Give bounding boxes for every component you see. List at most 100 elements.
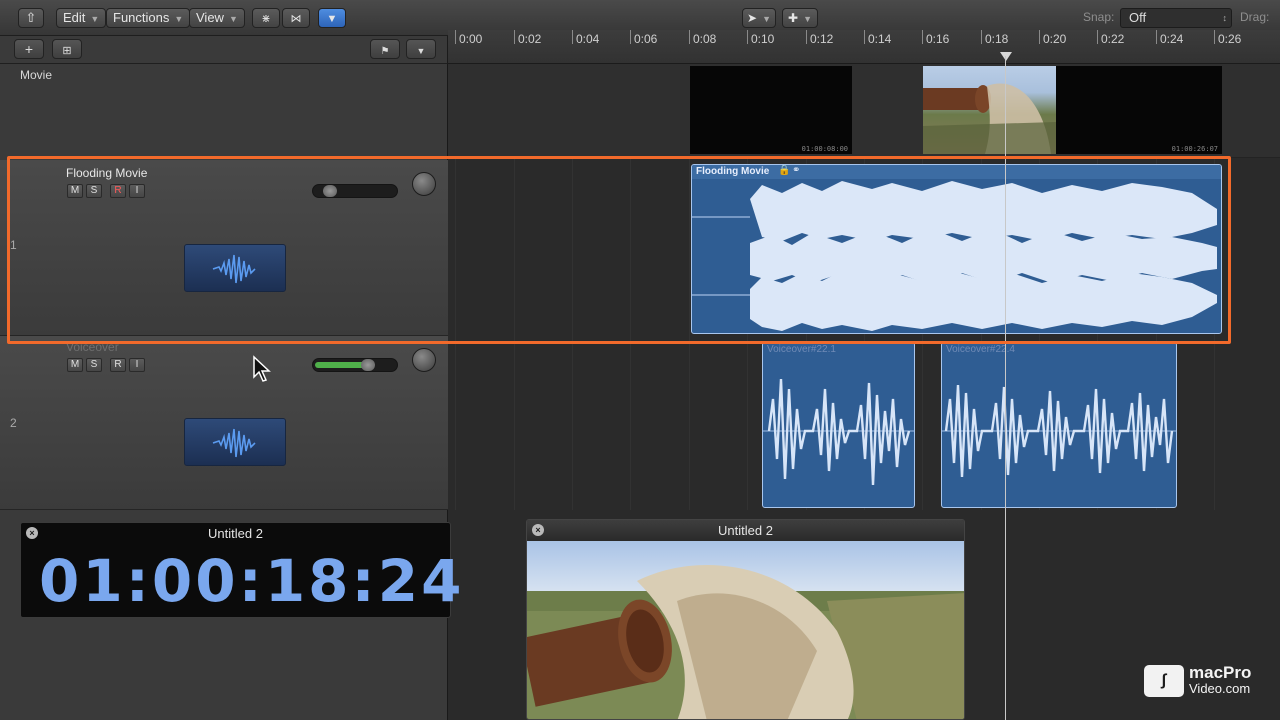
view-menu-button[interactable]: View ▼ bbox=[189, 8, 245, 28]
movie-thumbnail-frame: 01:00:26:07 bbox=[1056, 66, 1222, 154]
ruler-tick-label: 0:04 bbox=[576, 32, 600, 46]
pointer-tool-menu[interactable]: ➤ ▼ bbox=[742, 8, 776, 28]
view-menu-label: View bbox=[196, 10, 224, 25]
crosshair-icon: ✚ bbox=[788, 11, 799, 25]
track-header-voiceover[interactable]: 2 Voiceover M S R I bbox=[0, 336, 448, 510]
playhead-handle-icon[interactable] bbox=[1000, 52, 1012, 62]
snap-select[interactable]: Off ↕ bbox=[1120, 8, 1232, 28]
plus-icon: + bbox=[24, 41, 34, 57]
ruler-tick bbox=[1214, 30, 1215, 44]
flex-icon: ⋈ bbox=[290, 13, 302, 25]
logo-text-line1: macPro bbox=[1189, 663, 1252, 682]
logo-text-line2: Video.com bbox=[1189, 681, 1251, 696]
timecode-display-window[interactable]: × Untitled 2 01:00:18:24 bbox=[20, 522, 461, 618]
record-enable-button[interactable]: R bbox=[110, 358, 126, 372]
ruler-tick bbox=[806, 30, 807, 44]
audio-waveform bbox=[942, 384, 1176, 478]
catch-button[interactable]: ▼ bbox=[318, 8, 346, 28]
region-title: Voiceover#22.1 bbox=[767, 344, 836, 355]
flag-icon: ⚑ bbox=[380, 46, 390, 57]
folder-stack-button[interactable]: ⊞ bbox=[52, 39, 82, 59]
global-tracks-button[interactable]: ⚑ bbox=[370, 39, 400, 59]
snap-value: Off bbox=[1129, 10, 1147, 25]
movie-frame-image bbox=[527, 541, 964, 719]
pipe-water-thumbnail bbox=[923, 83, 1056, 154]
stack-icon: ⊞ bbox=[62, 45, 72, 57]
logic-main-window: ⇧ Edit ▼ Functions ▼ View ▼ ⋇ ⋈ ▼ ➤ ▼ ✚ ▼ Sna… bbox=[0, 0, 1280, 720]
movie-preview-window[interactable]: × Untitled 2 bbox=[526, 519, 965, 720]
audio-region-voiceover-2[interactable]: Voiceover#22.4 bbox=[941, 342, 1177, 508]
secondary-tool-menu[interactable]: ✚ ▼ bbox=[782, 8, 818, 28]
ruler-tick bbox=[455, 30, 456, 44]
macprovideo-logo-mark: ∫ bbox=[1144, 665, 1184, 697]
volume-knob[interactable] bbox=[361, 359, 375, 371]
ruler-tick bbox=[630, 30, 631, 44]
highlight-annotation-box bbox=[7, 156, 1231, 344]
mouse-pointer-icon bbox=[253, 355, 271, 382]
movie-thumbnail-frame bbox=[923, 66, 1056, 154]
macprovideo-logo: ∫ macPro Video.com bbox=[1144, 663, 1260, 698]
ruler-tick bbox=[864, 30, 865, 44]
add-track-button[interactable]: + bbox=[14, 39, 44, 59]
waveform-icon bbox=[184, 418, 286, 466]
ruler-tick-label: 0:06 bbox=[634, 32, 658, 46]
input-monitor-button[interactable]: I bbox=[129, 358, 145, 372]
pan-knob[interactable] bbox=[412, 348, 436, 372]
chevron-down-icon: ▼ bbox=[228, 14, 238, 24]
timeline-ruler[interactable]: 0:00 0:02 0:04 0:06 0:08 0:10 0:12 0:14 … bbox=[448, 30, 1280, 64]
drag-label: Drag: bbox=[1240, 10, 1270, 24]
chevron-down-icon: ▼ bbox=[416, 46, 426, 56]
ruler-tick-label: 0:02 bbox=[518, 32, 542, 46]
ruler-tick-label: 0:24 bbox=[1160, 32, 1184, 46]
mute-button[interactable]: M bbox=[67, 358, 83, 372]
ruler-tick-label: 0:00 bbox=[459, 32, 483, 46]
ruler-tick bbox=[572, 30, 573, 44]
up-arrow-button[interactable]: ⇧ bbox=[18, 8, 44, 28]
snap-label: Snap: bbox=[1083, 10, 1115, 24]
window-title: Untitled 2 bbox=[208, 526, 263, 541]
track-options-button[interactable]: ▼ bbox=[406, 39, 436, 59]
ruler-tick-label: 0:18 bbox=[985, 32, 1009, 46]
edit-menu-button[interactable]: Edit ▼ bbox=[56, 8, 107, 28]
frame-timecode: 01:00:26:07 bbox=[1171, 145, 1218, 153]
ruler-tick-label: 0:12 bbox=[810, 32, 834, 46]
chevron-down-icon: ▼ bbox=[174, 14, 184, 24]
volume-slider[interactable] bbox=[312, 358, 398, 372]
movie-track-label: Movie bbox=[20, 68, 53, 82]
window-title: Untitled 2 bbox=[718, 523, 773, 538]
frame-timecode: 01:00:08:00 bbox=[801, 145, 848, 153]
pointer-tool-icon: ➤ bbox=[747, 11, 758, 25]
audio-region-voiceover-1[interactable]: Voiceover#22.1 bbox=[762, 342, 915, 508]
track-number: 2 bbox=[10, 416, 17, 430]
ruler-tick bbox=[1039, 30, 1040, 44]
chevron-down-icon: ▼ bbox=[762, 14, 771, 24]
ruler-tick bbox=[922, 30, 923, 44]
edit-menu-label: Edit bbox=[63, 10, 86, 25]
ruler-tick bbox=[1097, 30, 1098, 44]
ruler-tick-label: 0:20 bbox=[1043, 32, 1067, 46]
chevron-down-icon: ▼ bbox=[90, 14, 100, 24]
functions-menu-button[interactable]: Functions ▼ bbox=[106, 8, 191, 28]
ruler-tick bbox=[981, 30, 982, 44]
ruler-tick-label: 0:08 bbox=[693, 32, 717, 46]
audio-waveform bbox=[763, 378, 914, 486]
ruler-tick-label: 0:22 bbox=[1101, 32, 1125, 46]
ruler-tick bbox=[514, 30, 515, 44]
updown-chevron-icon: ↕ bbox=[1222, 13, 1228, 23]
automation-curve-icon: ⋇ bbox=[261, 13, 271, 25]
up-arrow-icon: ⇧ bbox=[25, 10, 37, 25]
catch-icon: ▼ bbox=[326, 13, 338, 25]
ruler-tick-label: 0:10 bbox=[751, 32, 775, 46]
movie-thumbnail-frame: 01:00:08:00 bbox=[690, 66, 852, 154]
track-list-toolbar: + ⊞ ⚑ ▼ bbox=[0, 36, 448, 64]
ruler-tick-label: 0:26 bbox=[1218, 32, 1242, 46]
ruler-tick bbox=[689, 30, 690, 44]
automation-button[interactable]: ⋇ bbox=[252, 8, 280, 28]
ruler-tick-label: 0:16 bbox=[926, 32, 950, 46]
timecode-readout: 01:00:18:24 bbox=[39, 547, 465, 615]
solo-button[interactable]: S bbox=[86, 358, 102, 372]
flex-button[interactable]: ⋈ bbox=[282, 8, 310, 28]
ruler-tick bbox=[747, 30, 748, 44]
ruler-tick bbox=[1156, 30, 1157, 44]
movie-track-lane[interactable]: 01:00:08:00 01:00:26:07 bbox=[448, 64, 1280, 158]
